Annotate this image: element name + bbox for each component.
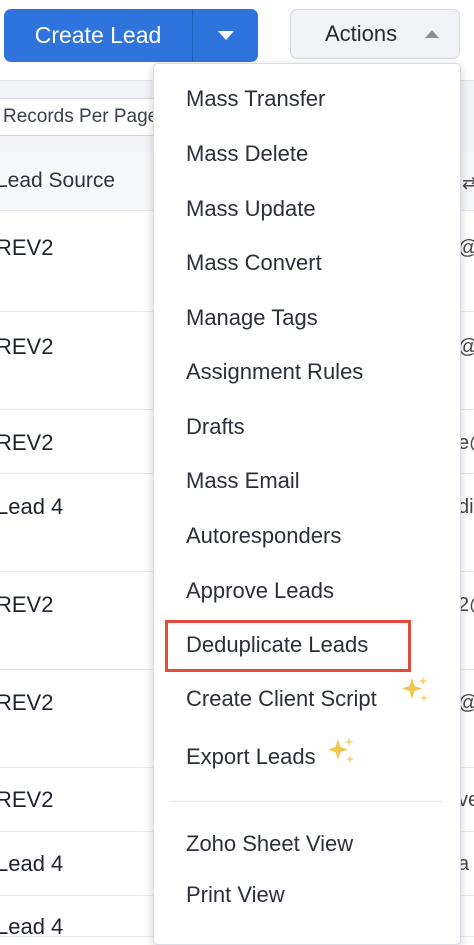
menu-item-deduplicate-leads[interactable]: Deduplicate Leads	[186, 632, 368, 658]
row-lead-source: REV2	[0, 690, 54, 715]
menu-item-create-client-script[interactable]: Create Client Script	[186, 686, 377, 712]
menu-item-assignment-rules[interactable]: Assignment Rules	[186, 359, 363, 385]
row-lead-source: REV2	[0, 235, 54, 260]
menu-item-manage-tags[interactable]: Manage Tags	[186, 305, 318, 331]
menu-item-mass-delete[interactable]: Mass Delete	[186, 141, 308, 167]
menu-item-zoho-sheet-view[interactable]: Zoho Sheet View	[186, 831, 353, 857]
menu-divider	[170, 801, 442, 802]
row-lead-source: REV2	[0, 787, 54, 812]
actions-menu: Mass Transfer Mass Delete Mass Update Ma…	[153, 63, 461, 945]
menu-item-print-view[interactable]: Print View	[186, 882, 285, 908]
menu-item-approve-leads[interactable]: Approve Leads	[186, 578, 334, 604]
caret-up-icon	[425, 30, 439, 38]
lead-source-column-header[interactable]: Lead Source	[0, 169, 115, 193]
menu-item-mass-transfer[interactable]: Mass Transfer	[186, 86, 325, 112]
row-lead-source: Lead 4	[0, 494, 64, 519]
row-lead-source: REV2	[0, 334, 54, 359]
create-lead-dropdown-button[interactable]	[193, 9, 258, 62]
sparkle-icon	[328, 737, 354, 763]
row-lead-source: Lead 4	[0, 851, 64, 876]
records-per-page-select[interactable]: Records Per Page	[0, 98, 164, 136]
row-lead-source: REV2	[0, 592, 54, 617]
menu-item-mass-email[interactable]: Mass Email	[186, 468, 300, 494]
row-lead-source: REV2	[0, 430, 54, 455]
actions-label: Actions	[325, 21, 398, 46]
menu-item-autoresponders[interactable]: Autoresponders	[186, 523, 341, 549]
actions-button[interactable]: Actions	[290, 9, 460, 59]
row-lead-source: Lead 4	[0, 914, 64, 939]
menu-item-mass-update[interactable]: Mass Update	[186, 196, 316, 222]
menu-item-drafts[interactable]: Drafts	[186, 414, 245, 440]
create-lead-button-group: Create Lead	[4, 9, 258, 62]
create-lead-button[interactable]: Create Lead	[4, 9, 192, 62]
caret-down-icon	[217, 31, 234, 40]
menu-item-export-leads[interactable]: Export Leads	[186, 744, 316, 770]
sparkle-icon	[402, 676, 428, 702]
column-settings-icon[interactable]: ⇄	[462, 173, 474, 194]
menu-item-mass-convert[interactable]: Mass Convert	[186, 250, 322, 276]
